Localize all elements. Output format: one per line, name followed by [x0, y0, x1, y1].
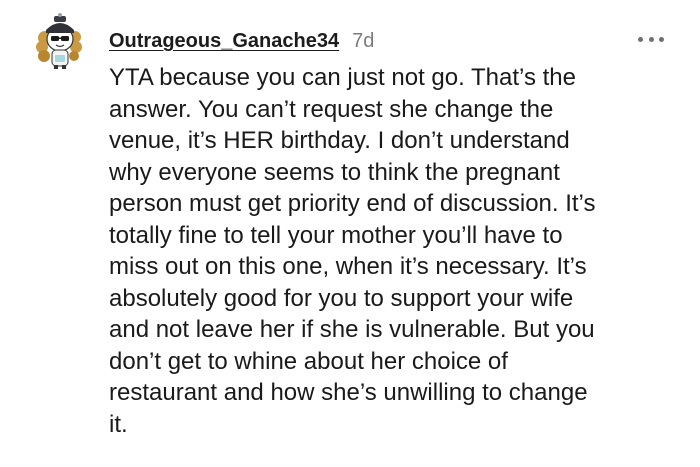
dot — [648, 36, 654, 42]
dot — [638, 36, 643, 42]
comment-timestamp: 7d — [352, 29, 375, 52]
snoo-avatar-icon — [36, 13, 82, 69]
author-username-link[interactable]: Outrageous_Ganache34 — [109, 30, 339, 53]
comment-body: YTA because you can just not go. That’s … — [109, 64, 596, 438]
more-options-button[interactable] — [638, 32, 664, 46]
dot — [659, 36, 664, 42]
avatar[interactable] — [30, 10, 92, 72]
more-options-icon — [638, 36, 664, 42]
comment-card: Outrageous_Ganache34 7d YTA because you … — [0, 0, 700, 467]
comment-header: Outrageous_Ganache34 7d — [109, 26, 374, 56]
